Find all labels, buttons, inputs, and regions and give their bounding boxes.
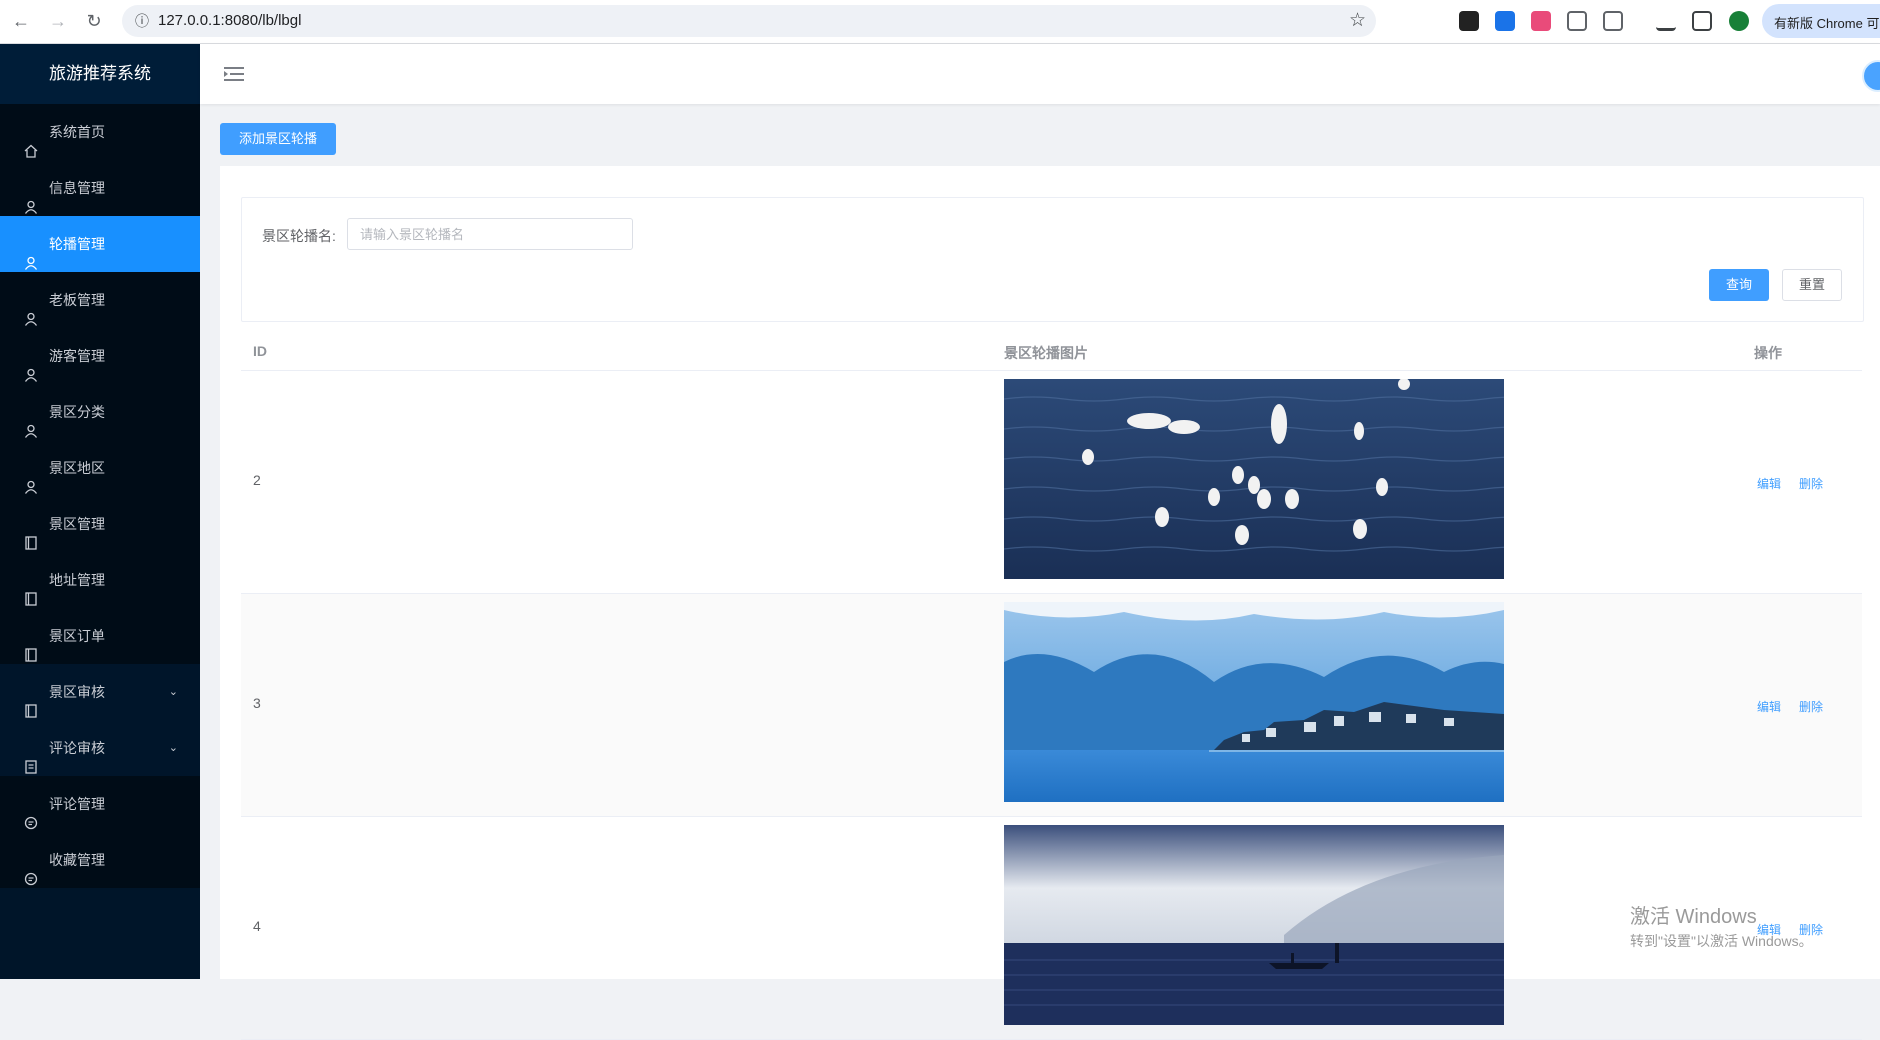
notebook-icon	[24, 629, 38, 662]
reset-button[interactable]: 重置	[1782, 269, 1842, 301]
bookmark-star-icon[interactable]: ☆	[1349, 9, 1366, 32]
table-row: 3 编辑 删除	[241, 594, 1862, 817]
carousel-image-lake-town	[1004, 602, 1504, 802]
delete-link[interactable]: 删除	[1799, 475, 1823, 492]
sidebar-item-label: 评论管理	[49, 796, 105, 812]
sidebar-item-label: 信息管理	[49, 180, 105, 196]
table-header: ID 景区轮播图片 操作	[241, 331, 1862, 371]
row-id: 4	[253, 918, 261, 934]
user-icon	[24, 349, 38, 382]
chevron-down-icon: ⌄	[168, 742, 178, 754]
chrome-update-button[interactable]: 有新版 Chrome 可用	[1762, 4, 1880, 38]
sidebar-item-label: 老板管理	[49, 292, 105, 308]
site-info-icon[interactable]: ⓘ	[132, 11, 152, 31]
copy-extension-icon[interactable]	[1567, 11, 1587, 31]
sidebar-menu: 系统首页信息管理轮播管理老板管理游客管理景区分类景区地区景区管理地址管理景区订单…	[0, 104, 200, 888]
sidebar-item-label: 地址管理	[49, 572, 105, 588]
document-icon	[24, 741, 38, 774]
sidebar-item-label: 景区分类	[49, 404, 105, 420]
puzzle-extensions-icon[interactable]	[1603, 11, 1623, 31]
media-control-icon[interactable]	[1656, 11, 1676, 31]
table-row: 4 编辑 删除	[241, 817, 1862, 1040]
sidebar-item-13[interactable]: 收藏管理	[0, 832, 200, 888]
search-form: 景区轮播名: 查询 重置	[241, 197, 1864, 322]
reload-icon[interactable]: ↻	[83, 10, 105, 32]
watermark-line-1: 激活 Windows	[1630, 906, 1757, 928]
chat-icon	[24, 797, 38, 830]
notebook-icon	[24, 573, 38, 606]
sidebar-item-0[interactable]: 系统首页	[0, 104, 200, 160]
home-icon	[24, 125, 38, 158]
extension-icon[interactable]	[1531, 11, 1551, 31]
update-label: 有新版 Chrome 可用	[1774, 16, 1880, 31]
watermark-line-2: 转到"设置"以激活 Windows。	[1630, 933, 1813, 949]
sidebar-item-label: 景区地区	[49, 460, 105, 476]
sidebar-item-3[interactable]: 老板管理	[0, 272, 200, 328]
profile-avatar[interactable]	[1729, 11, 1749, 31]
side-panel-icon[interactable]	[1692, 11, 1712, 31]
query-button[interactable]: 查询	[1709, 269, 1769, 301]
sidebar: 旅游推荐系统 系统首页信息管理轮播管理老板管理游客管理景区分类景区地区景区管理地…	[0, 44, 200, 979]
sidebar-item-label: 景区审核	[49, 684, 105, 700]
sidebar-item-4[interactable]: 游客管理	[0, 328, 200, 384]
delete-link[interactable]: 删除	[1799, 698, 1823, 715]
user-icon	[24, 237, 38, 270]
sidebar-item-9[interactable]: 景区订单	[0, 608, 200, 664]
sidebar-item-11[interactable]: 评论审核 ⌄	[0, 720, 200, 776]
sidebar-item-1[interactable]: 信息管理	[0, 160, 200, 216]
forward-icon[interactable]: →	[47, 10, 69, 32]
download-extension-icon[interactable]	[1495, 11, 1515, 31]
row-id: 3	[253, 695, 261, 711]
header-image: 景区轮播图片	[1004, 345, 1088, 361]
sidebar-item-6[interactable]: 景区地区	[0, 440, 200, 496]
search-label: 景区轮播名:	[262, 228, 336, 244]
carousel-name-input[interactable]	[347, 218, 633, 250]
app-title: 旅游推荐系统	[0, 44, 200, 104]
sidebar-item-label: 收藏管理	[49, 852, 105, 868]
sidebar-item-label: 游客管理	[49, 348, 105, 364]
extension-icon[interactable]	[1459, 11, 1479, 31]
top-header	[200, 44, 1880, 104]
collapse-menu-icon[interactable]	[224, 66, 244, 82]
row-id: 2	[253, 472, 261, 488]
notebook-icon	[24, 685, 38, 718]
url-text[interactable]: 127.0.0.1:8080/lb/lbgl	[158, 12, 301, 29]
sidebar-item-2[interactable]: 轮播管理	[0, 216, 200, 272]
user-icon	[24, 461, 38, 494]
edit-link[interactable]: 编辑	[1757, 475, 1781, 492]
sidebar-item-label: 系统首页	[49, 124, 105, 140]
header-id: ID	[253, 343, 267, 359]
chevron-down-icon: ⌄	[168, 686, 178, 698]
notebook-icon	[24, 517, 38, 550]
sidebar-item-7[interactable]: 景区管理	[0, 496, 200, 552]
sidebar-item-label: 轮播管理	[49, 236, 105, 252]
user-icon	[24, 293, 38, 326]
sidebar-item-label: 评论审核	[49, 740, 105, 756]
user-avatar[interactable]	[1862, 60, 1880, 92]
user-icon	[24, 181, 38, 214]
browser-toolbar: ← → ↻ ⓘ 127.0.0.1:8080/lb/lbgl ☆ 有新版 Chr…	[0, 0, 1880, 44]
table-row: 2 编辑 删除	[241, 371, 1862, 594]
user-icon	[24, 405, 38, 438]
header-actions: 操作	[1754, 345, 1782, 361]
sidebar-item-5[interactable]: 景区分类	[0, 384, 200, 440]
sidebar-item-8[interactable]: 地址管理	[0, 552, 200, 608]
back-icon[interactable]: ←	[10, 10, 32, 32]
edit-link[interactable]: 编辑	[1757, 698, 1781, 715]
sidebar-item-12[interactable]: 评论管理	[0, 776, 200, 832]
windows-activation-watermark: 激活 Windows 转到"设置"以激活 Windows。	[1630, 900, 1813, 951]
address-bar[interactable]: ⓘ 127.0.0.1:8080/lb/lbgl ☆	[122, 5, 1376, 37]
sidebar-item-10[interactable]: 景区审核 ⌄	[0, 664, 200, 720]
chat-icon	[24, 853, 38, 886]
carousel-image-seagulls	[1004, 379, 1504, 579]
sidebar-item-label: 景区管理	[49, 516, 105, 532]
carousel-image-misty-lake	[1004, 825, 1504, 1025]
add-carousel-button[interactable]: 添加景区轮播	[220, 123, 336, 155]
sidebar-item-label: 景区订单	[49, 628, 105, 644]
